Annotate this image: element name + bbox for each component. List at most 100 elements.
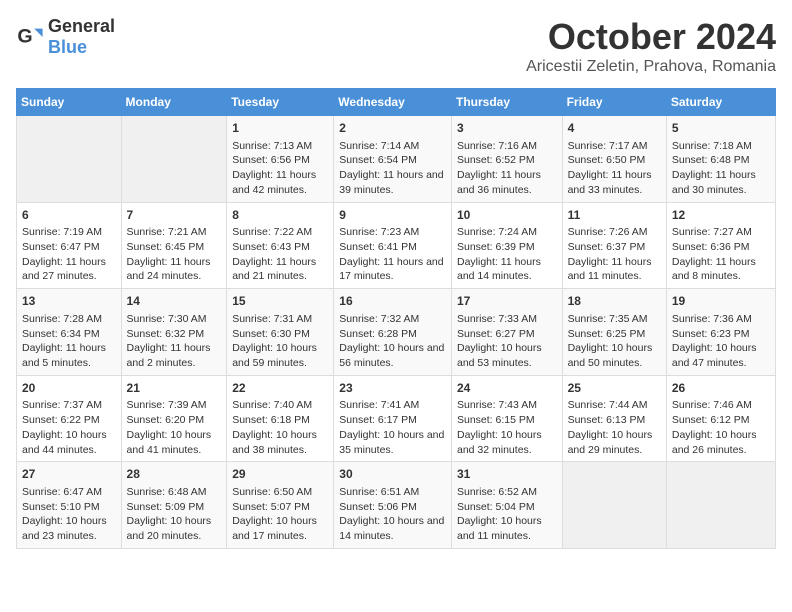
cell-content: Daylight: 11 hours and 33 minutes. bbox=[568, 168, 661, 197]
cell-content: Sunset: 6:22 PM bbox=[22, 413, 116, 428]
cell-content: Sunrise: 7:39 AM bbox=[127, 398, 222, 413]
cell-content: Sunset: 6:54 PM bbox=[339, 153, 446, 168]
page-header: G General Blue October 2024 Aricestii Ze… bbox=[16, 16, 776, 76]
calendar-cell: 28Sunrise: 6:48 AMSunset: 5:09 PMDayligh… bbox=[121, 462, 227, 549]
day-number: 1 bbox=[232, 120, 328, 137]
cell-content: Daylight: 11 hours and 36 minutes. bbox=[457, 168, 557, 197]
cell-content: Sunrise: 7:36 AM bbox=[672, 312, 770, 327]
cell-content: Sunset: 6:17 PM bbox=[339, 413, 446, 428]
cell-content: Sunset: 6:56 PM bbox=[232, 153, 328, 168]
header-cell-friday: Friday bbox=[562, 89, 666, 116]
calendar-cell: 3Sunrise: 7:16 AMSunset: 6:52 PMDaylight… bbox=[451, 116, 562, 203]
cell-content: Sunrise: 7:16 AM bbox=[457, 139, 557, 154]
title-section: October 2024 Aricestii Zeletin, Prahova,… bbox=[526, 16, 776, 76]
cell-content: Daylight: 10 hours and 50 minutes. bbox=[568, 341, 661, 370]
calendar-cell: 15Sunrise: 7:31 AMSunset: 6:30 PMDayligh… bbox=[227, 289, 334, 376]
cell-content: Sunset: 6:30 PM bbox=[232, 327, 328, 342]
cell-content: Sunrise: 6:48 AM bbox=[127, 485, 222, 500]
cell-content: Sunset: 6:47 PM bbox=[22, 240, 116, 255]
day-number: 28 bbox=[127, 466, 222, 483]
day-number: 30 bbox=[339, 466, 446, 483]
cell-content: Sunset: 6:45 PM bbox=[127, 240, 222, 255]
day-number: 6 bbox=[22, 207, 116, 224]
cell-content: Sunset: 5:06 PM bbox=[339, 500, 446, 515]
calendar-cell: 11Sunrise: 7:26 AMSunset: 6:37 PMDayligh… bbox=[562, 202, 666, 289]
calendar-cell: 8Sunrise: 7:22 AMSunset: 6:43 PMDaylight… bbox=[227, 202, 334, 289]
cell-content: Sunset: 6:27 PM bbox=[457, 327, 557, 342]
cell-content: Sunset: 6:52 PM bbox=[457, 153, 557, 168]
calendar-cell: 9Sunrise: 7:23 AMSunset: 6:41 PMDaylight… bbox=[334, 202, 452, 289]
cell-content: Daylight: 11 hours and 21 minutes. bbox=[232, 255, 328, 284]
day-number: 14 bbox=[127, 293, 222, 310]
calendar-cell bbox=[17, 116, 122, 203]
calendar-cell bbox=[666, 462, 775, 549]
cell-content: Sunrise: 7:37 AM bbox=[22, 398, 116, 413]
cell-content: Daylight: 10 hours and 53 minutes. bbox=[457, 341, 557, 370]
calendar-cell: 1Sunrise: 7:13 AMSunset: 6:56 PMDaylight… bbox=[227, 116, 334, 203]
cell-content: Daylight: 10 hours and 56 minutes. bbox=[339, 341, 446, 370]
calendar-table: SundayMondayTuesdayWednesdayThursdayFrid… bbox=[16, 88, 776, 549]
day-number: 12 bbox=[672, 207, 770, 224]
cell-content: Sunrise: 7:26 AM bbox=[568, 225, 661, 240]
calendar-cell bbox=[562, 462, 666, 549]
cell-content: Sunrise: 7:21 AM bbox=[127, 225, 222, 240]
logo: G General Blue bbox=[16, 16, 115, 58]
calendar-cell: 6Sunrise: 7:19 AMSunset: 6:47 PMDaylight… bbox=[17, 202, 122, 289]
day-number: 10 bbox=[457, 207, 557, 224]
cell-content: Sunrise: 6:51 AM bbox=[339, 485, 446, 500]
calendar-cell: 18Sunrise: 7:35 AMSunset: 6:25 PMDayligh… bbox=[562, 289, 666, 376]
cell-content: Sunrise: 6:52 AM bbox=[457, 485, 557, 500]
calendar-cell: 17Sunrise: 7:33 AMSunset: 6:27 PMDayligh… bbox=[451, 289, 562, 376]
cell-content: Sunrise: 7:19 AM bbox=[22, 225, 116, 240]
cell-content: Sunset: 6:13 PM bbox=[568, 413, 661, 428]
cell-content: Sunrise: 6:47 AM bbox=[22, 485, 116, 500]
cell-content: Daylight: 10 hours and 47 minutes. bbox=[672, 341, 770, 370]
cell-content: Daylight: 10 hours and 29 minutes. bbox=[568, 428, 661, 457]
month-title: October 2024 bbox=[526, 16, 776, 58]
cell-content: Sunrise: 7:18 AM bbox=[672, 139, 770, 154]
svg-text:G: G bbox=[17, 26, 32, 48]
cell-content: Daylight: 10 hours and 17 minutes. bbox=[232, 514, 328, 543]
calendar-cell: 22Sunrise: 7:40 AMSunset: 6:18 PMDayligh… bbox=[227, 375, 334, 462]
cell-content: Sunrise: 7:32 AM bbox=[339, 312, 446, 327]
header-cell-tuesday: Tuesday bbox=[227, 89, 334, 116]
calendar-cell: 26Sunrise: 7:46 AMSunset: 6:12 PMDayligh… bbox=[666, 375, 775, 462]
cell-content: Daylight: 10 hours and 59 minutes. bbox=[232, 341, 328, 370]
day-number: 29 bbox=[232, 466, 328, 483]
header-cell-wednesday: Wednesday bbox=[334, 89, 452, 116]
calendar-cell: 27Sunrise: 6:47 AMSunset: 5:10 PMDayligh… bbox=[17, 462, 122, 549]
week-row-1: 1Sunrise: 7:13 AMSunset: 6:56 PMDaylight… bbox=[17, 116, 776, 203]
calendar-cell: 30 Sunrise: 6:51 AMSunset: 5:06 PMDayligh… bbox=[334, 462, 452, 549]
cell-content: Sunrise: 7:46 AM bbox=[672, 398, 770, 413]
cell-content: Daylight: 10 hours and 11 minutes. bbox=[457, 514, 557, 543]
logo-icon: G bbox=[16, 23, 44, 51]
cell-content: Daylight: 10 hours and 14 minutes. bbox=[339, 514, 446, 543]
cell-content: Daylight: 10 hours and 38 minutes. bbox=[232, 428, 328, 457]
week-row-4: 20Sunrise: 7:37 AMSunset: 6:22 PMDayligh… bbox=[17, 375, 776, 462]
cell-content: Daylight: 11 hours and 8 minutes. bbox=[672, 255, 770, 284]
cell-content: Sunrise: 7:41 AM bbox=[339, 398, 446, 413]
calendar-cell: 31Sunrise: 6:52 AMSunset: 5:04 PMDayligh… bbox=[451, 462, 562, 549]
week-row-5: 27Sunrise: 6:47 AMSunset: 5:10 PMDayligh… bbox=[17, 462, 776, 549]
cell-content: Sunset: 6:39 PM bbox=[457, 240, 557, 255]
cell-content: Sunrise: 7:31 AM bbox=[232, 312, 328, 327]
cell-content: Daylight: 11 hours and 30 minutes. bbox=[672, 168, 770, 197]
cell-content: Sunset: 6:28 PM bbox=[339, 327, 446, 342]
day-number: 18 bbox=[568, 293, 661, 310]
cell-content: Sunrise: 7:40 AM bbox=[232, 398, 328, 413]
cell-content: Daylight: 11 hours and 17 minutes. bbox=[339, 255, 446, 284]
cell-content: Sunset: 5:07 PM bbox=[232, 500, 328, 515]
calendar-cell: 24Sunrise: 7:43 AMSunset: 6:15 PMDayligh… bbox=[451, 375, 562, 462]
cell-content: Sunset: 5:09 PM bbox=[127, 500, 222, 515]
day-number: 27 bbox=[22, 466, 116, 483]
cell-content: Sunrise: 7:43 AM bbox=[457, 398, 557, 413]
cell-content: Daylight: 10 hours and 41 minutes. bbox=[127, 428, 222, 457]
calendar-cell: 12Sunrise: 7:27 AMSunset: 6:36 PMDayligh… bbox=[666, 202, 775, 289]
logo-text: General Blue bbox=[48, 16, 115, 58]
cell-content: Sunrise: 7:22 AM bbox=[232, 225, 328, 240]
cell-content: Daylight: 11 hours and 11 minutes. bbox=[568, 255, 661, 284]
cell-content: Daylight: 10 hours and 23 minutes. bbox=[22, 514, 116, 543]
calendar-cell: 10Sunrise: 7:24 AMSunset: 6:39 PMDayligh… bbox=[451, 202, 562, 289]
day-number: 5 bbox=[672, 120, 770, 137]
day-number: 23 bbox=[339, 380, 446, 397]
